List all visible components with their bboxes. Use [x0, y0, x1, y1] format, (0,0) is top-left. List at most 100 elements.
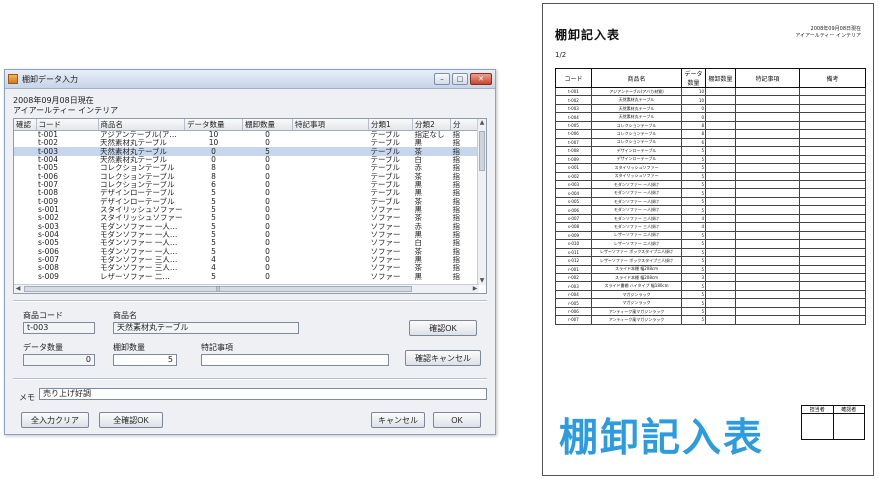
ok-button[interactable]: OK [433, 412, 481, 428]
grid-cell-cat1: ソファー [370, 247, 401, 256]
sheet-row: s-003 モダンソファー 一人掛け 5 [555, 179, 866, 190]
sheet-code-cell: r-001 [555, 264, 592, 274]
table-row[interactable]: s-008 モダンソファー 三人… 4 0 ソファー 茶 指 [14, 264, 481, 272]
scroll-up-icon[interactable]: ▲ [478, 119, 486, 127]
clear-all-button[interactable]: 全入力クリア [21, 412, 89, 428]
table-row[interactable]: s-002 スタイリッシュソファー 5 0 ソファー 茶 指 [14, 214, 481, 222]
sheet-row: r-004 マガジンラック 5 [555, 289, 866, 300]
inventory-grid[interactable]: 確認 コード 商品名 データ数量 棚卸数量 特記事項 分類1 分類2 分 t-001 アジアンテー… [13, 118, 487, 294]
confirm-cell[interactable] [14, 273, 36, 281]
grid-column-header[interactable]: 特記事項 [292, 119, 369, 131]
table-row[interactable]: t-005 コレクションテーブル 8 0 テーブル 赤 指 [14, 164, 481, 172]
table-row[interactable]: t-001 アジアンテーブル(ア… 10 0 テーブル 指定なし指 [14, 131, 481, 140]
confirm-cell[interactable] [14, 256, 36, 264]
grid-cell-data-qty: 10 [208, 130, 219, 139]
confirm-cell[interactable] [14, 139, 36, 147]
confirm-cell[interactable] [14, 197, 36, 205]
scroll-left-icon[interactable]: ◀ [14, 285, 22, 293]
maximize-icon[interactable]: □ [452, 73, 468, 85]
vertical-scrollbar[interactable]: ▲ ▼ [477, 119, 486, 285]
minimize-icon[interactable]: – [434, 73, 450, 85]
confirm-cell[interactable] [14, 172, 36, 180]
table-row[interactable]: s-001 スタイリッシュソファー 5 0 ソファー 黒 指 [14, 206, 481, 214]
table-row[interactable]: t-002 天然素材丸テーブル 10 0 テーブル 黒 指 [14, 139, 481, 147]
sheet-blank-cell [799, 129, 866, 139]
confirm-cancel-button[interactable]: 確認キャンセル [405, 350, 481, 366]
sheet-blank-cell [705, 289, 736, 300]
grid-column-header[interactable]: コード [36, 119, 99, 131]
grid-cell-name: 天然素材丸テーブル [100, 139, 168, 148]
cancel-button[interactable]: キャンセル [371, 412, 425, 428]
confirm-cell[interactable] [14, 164, 36, 172]
grid-column-header[interactable]: 商品名 [98, 119, 185, 131]
sheet-blank-cell [799, 239, 866, 249]
grid-cell-cat1: テーブル [370, 172, 401, 181]
sheet-qty-cell: 5 [681, 289, 706, 300]
data-qty-label: データ数量 [23, 343, 63, 352]
table-row[interactable]: s-006 モダンソファー 一人… 5 0 ソファー 茶 指 [14, 247, 481, 255]
table-row[interactable]: t-008 デザインローテーブル 5 0 テーブル 黒 指 [14, 189, 481, 197]
confirm-cell[interactable] [14, 247, 36, 255]
scroll-right-icon[interactable]: ▶ [471, 285, 479, 293]
horizontal-scrollbar[interactable]: ◀ ||| ▶ [14, 284, 479, 293]
sheet-name-cell: コレクションテーブル [591, 137, 682, 148]
confirm-cell[interactable] [14, 156, 36, 164]
note-field[interactable] [201, 354, 389, 366]
scroll-down-icon[interactable]: ▼ [478, 277, 486, 285]
table-row[interactable]: t-003 天然素材丸テーブル 0 5 テーブル茶指 [14, 147, 481, 156]
grid-cell-data-qty: 5 [211, 222, 216, 231]
grid-cell-code: s-007 [38, 255, 59, 264]
close-icon[interactable]: ✕ [470, 73, 492, 85]
table-row[interactable]: s-009 レザーソファー 二… 5 0 ソファー 黒 指 [14, 273, 481, 281]
sheet-blank-cell [705, 171, 736, 182]
grid-cell-code: s-009 [38, 272, 59, 281]
grid-column-header[interactable]: 分類1 [368, 119, 413, 131]
count-qty-field[interactable]: 5 [113, 354, 177, 366]
scroll-thumb[interactable] [479, 131, 485, 171]
grid-cell-name: モダンソファー 三人… [100, 264, 178, 273]
table-row[interactable]: s-005 モダンソファー 一人… 5 0 ソファー 白 指 [14, 239, 481, 247]
grid-column-header[interactable]: 分 [450, 119, 481, 131]
table-row[interactable]: s-003 モダンソファー 一人… 5 0 ソファー 赤 指 [14, 222, 481, 230]
confirm-cell[interactable] [14, 189, 36, 197]
grid-cell-name: レザーソファー 二… [100, 272, 170, 281]
confirm-cell[interactable] [14, 231, 36, 239]
confirm-cell[interactable] [14, 222, 36, 230]
title-bar[interactable]: 棚卸データ入力 – □ ✕ [5, 70, 495, 89]
hscroll-thumb[interactable]: ||| [24, 286, 412, 292]
sheet-blank-cell [735, 306, 800, 317]
table-row[interactable]: t-006 コレクションテーブル 8 0 テーブル 茶 指 [14, 172, 481, 180]
confirm-cell[interactable] [14, 147, 36, 156]
sheet-column-header: 特記事項 [735, 68, 800, 88]
grid-cell-data-qty: 5 [211, 214, 216, 223]
code-field[interactable]: t-003 [23, 322, 95, 334]
memo-field[interactable]: 売り上げ好調 [39, 388, 487, 400]
confirm-cell[interactable] [14, 264, 36, 272]
table-row[interactable]: t-007 コレクションテーブル 6 0 テーブル 黒 指 [14, 181, 481, 189]
confirm-cell[interactable] [14, 214, 36, 222]
confirm-cell[interactable] [14, 239, 36, 247]
name-field[interactable]: 天然素材丸テーブル [113, 322, 299, 334]
data-qty-field[interactable]: 0 [23, 354, 95, 366]
table-row[interactable]: s-004 モダンソファー 一人… 5 0 ソファー 黒 指 [14, 231, 481, 239]
sheet-code-cell: t-008 [555, 146, 592, 156]
grid-column-header[interactable]: 棚卸数量 [242, 119, 293, 131]
confirm-ok-button[interactable]: 確認OK [409, 320, 477, 336]
grid-cell-count-qty: 0 [265, 239, 270, 248]
sheet-name-cell: スタイリッシュソファー [591, 163, 682, 173]
sheet-blank-cell [705, 179, 736, 190]
grid-column-header[interactable]: 確認 [14, 119, 37, 131]
grid-cell-note [293, 214, 369, 222]
sheet-code-cell: r-006 [555, 306, 592, 317]
sheet-row: t-009 デザインローテーブル 5 [555, 154, 866, 165]
table-row[interactable]: t-009 デザインローテーブル 5 0 テーブル 茶 指 [14, 197, 481, 205]
confirm-cell[interactable] [14, 206, 36, 214]
grid-column-header[interactable]: 分類2 [412, 119, 451, 131]
all-ok-button[interactable]: 全確認OK [99, 412, 163, 428]
grid-column-header[interactable]: データ数量 [184, 119, 243, 131]
confirm-cell[interactable] [14, 131, 36, 140]
table-row[interactable]: t-004 天然素材丸テーブル 0 0 テーブル 白 指 [14, 156, 481, 164]
table-row[interactable]: s-007 モダンソファー 三人… 4 0 ソファー 黒 指 [14, 256, 481, 264]
stamp-cell [801, 413, 834, 440]
confirm-cell[interactable] [14, 181, 36, 189]
